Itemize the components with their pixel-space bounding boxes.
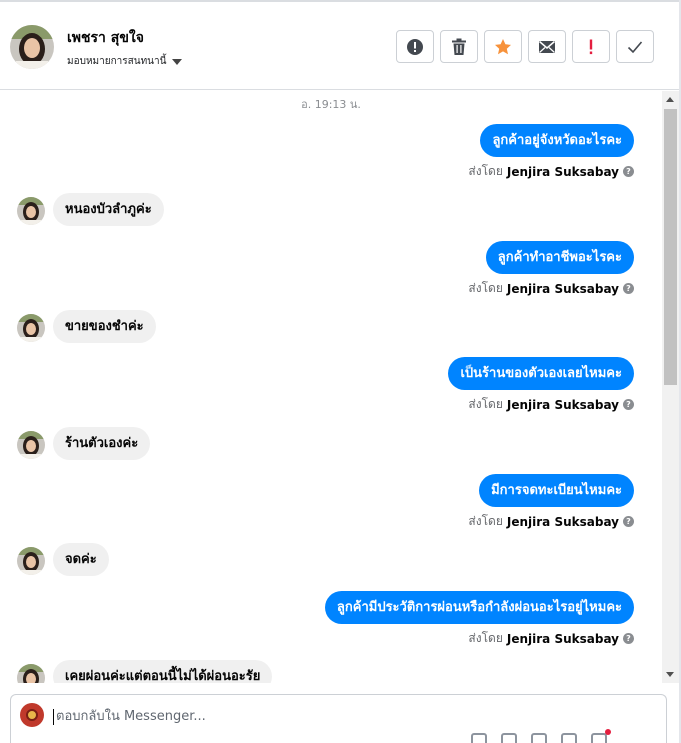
sticker-icon[interactable]: [561, 733, 577, 743]
scroll-up-arrow-icon[interactable]: [666, 97, 674, 102]
incoming-message[interactable]: ร้านตัวเองค่ะ: [53, 427, 151, 460]
agent-name[interactable]: Jenjira Suksabay: [507, 515, 619, 529]
contact-avatar-small[interactable]: [17, 197, 45, 225]
outgoing-message[interactable]: ลูกค้าอยู่จังหวัดอะไรคะ: [480, 124, 634, 157]
scrollbar-thumb[interactable]: [664, 109, 677, 385]
check-icon: [627, 40, 643, 53]
mark-done-button[interactable]: [616, 30, 654, 63]
scroll-down-arrow-icon[interactable]: [666, 672, 674, 677]
contact-avatar[interactable]: [10, 25, 54, 69]
help-icon[interactable]: ?: [623, 166, 634, 177]
agent-name[interactable]: Jenjira Suksabay: [507, 282, 619, 296]
thread-scrollbar[interactable]: [662, 91, 679, 683]
contact-name[interactable]: เพชรา สุขใจ: [67, 27, 144, 49]
composer-tools: [471, 729, 611, 743]
envelope-icon: [539, 40, 555, 53]
message-thread[interactable]: อ. 19:13 น. ลูกค้าอยู่จังหวัดอะไรคะ ส่งโ…: [0, 91, 662, 683]
action-toolbar: [396, 30, 654, 63]
outgoing-message[interactable]: มีการจดทะเบียนไหมคะ: [479, 474, 634, 507]
message-timestamp: อ. 19:13 น.: [301, 98, 361, 111]
incoming-message[interactable]: เคยผ่อนค่ะแต่ตอนนี้ไม่ได้ผ่อนอะรัย: [53, 660, 273, 683]
emoji-icon[interactable]: [501, 733, 517, 743]
mark-spam-button[interactable]: [572, 30, 610, 63]
help-icon[interactable]: ?: [623, 283, 634, 294]
help-icon[interactable]: ?: [623, 516, 634, 527]
contact-avatar-small[interactable]: [17, 547, 45, 575]
star-button[interactable]: [484, 30, 522, 63]
page-logo-icon: [20, 703, 44, 727]
incoming-message[interactable]: จดค่ะ: [53, 543, 109, 576]
trash-icon: [452, 38, 466, 55]
incoming-message[interactable]: ขายของชำค่ะ: [53, 310, 156, 343]
contact-avatar-small[interactable]: [17, 314, 45, 342]
agent-name[interactable]: Jenjira Suksabay: [507, 398, 619, 412]
help-icon[interactable]: ?: [623, 633, 634, 644]
incoming-message[interactable]: หนองบัวลำภูค่ะ: [53, 193, 164, 226]
conversation-header: เพชรา สุขใจ มอบหมายการสนทนานี้: [0, 2, 679, 90]
assign-conversation-dropdown[interactable]: มอบหมายการสนทนานี้: [67, 54, 183, 69]
reply-input[interactable]: ตอบกลับใน Messenger...: [53, 709, 206, 725]
contact-avatar-small[interactable]: [17, 664, 45, 683]
sent-by-label: ส่งโดย Jenjira Suksabay ?: [468, 512, 634, 531]
outgoing-message[interactable]: เป็นร้านของตัวเองเลยไหมคะ: [448, 357, 634, 390]
spam-icon: [589, 39, 593, 54]
delete-button[interactable]: [440, 30, 478, 63]
help-icon[interactable]: ?: [623, 399, 634, 410]
assign-label: มอบหมายการสนทนานี้: [67, 56, 167, 67]
cart-icon[interactable]: [591, 729, 611, 743]
sent-by-label: ส่งโดย Jenjira Suksabay ?: [468, 162, 634, 181]
mark-important-button[interactable]: [396, 30, 434, 63]
outgoing-message[interactable]: ลูกค้าทำอาชีพอะไรคะ: [485, 241, 634, 274]
outgoing-message[interactable]: ลูกค้ามีประวัติการผ่อนหรือกำลังผ่อนอะไรอ…: [324, 591, 634, 624]
agent-name[interactable]: Jenjira Suksabay: [507, 632, 619, 646]
mark-unread-button[interactable]: [528, 30, 566, 63]
contact-avatar-small[interactable]: [17, 431, 45, 459]
caret-down-icon: [172, 59, 183, 65]
sent-by-label: ส่งโดย Jenjira Suksabay ?: [468, 395, 634, 414]
attach-icon[interactable]: [471, 733, 487, 743]
gif-icon[interactable]: [531, 733, 547, 743]
sent-by-label: ส่งโดย Jenjira Suksabay ?: [468, 279, 634, 298]
star-icon: [495, 38, 511, 54]
reply-composer: ตอบกลับใน Messenger...: [10, 694, 667, 743]
sent-by-label: ส่งโดย Jenjira Suksabay ?: [468, 629, 634, 648]
agent-name[interactable]: Jenjira Suksabay: [507, 165, 619, 179]
alert-icon: [407, 38, 423, 55]
